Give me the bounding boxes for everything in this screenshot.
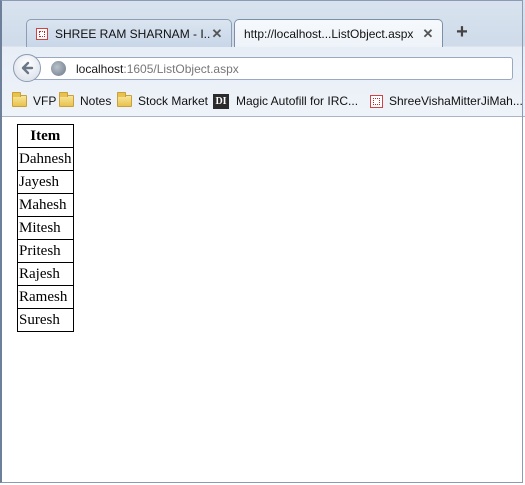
- back-button[interactable]: [13, 54, 41, 82]
- folder-icon: [12, 92, 27, 107]
- table-row: Pritesh: [17, 239, 74, 263]
- folder-icon: [59, 92, 74, 107]
- items-table: Item Dahnesh Jayesh Mahesh Mitesh Prites…: [17, 124, 74, 332]
- di-icon: DI: [213, 93, 229, 109]
- bookmark-label: Stock Market: [138, 94, 209, 108]
- address-bar[interactable]: localhost:1605/ListObject.aspx: [30, 57, 513, 80]
- bookmark-label: Magic Autofill for IRC...: [236, 94, 359, 108]
- close-tab-icon[interactable]: ✕: [210, 26, 224, 42]
- bookmark-label: VFP: [33, 94, 57, 108]
- table-cell: Rajesh: [17, 262, 74, 286]
- bookmark-magic-autofill[interactable]: DI Magic Autofill for IRC...: [213, 92, 358, 110]
- tab-list-object[interactable]: http://localhost...ListObject.aspx ✕: [234, 19, 443, 47]
- table-row: Mahesh: [17, 193, 74, 217]
- page-content: Item Dahnesh Jayesh Mahesh Mitesh Prites…: [0, 117, 525, 485]
- new-tab-button[interactable]: +: [452, 22, 472, 42]
- bookmark-vfp[interactable]: VFP: [12, 92, 56, 110]
- site-favicon-icon: [36, 27, 48, 40]
- table-cell: Ramesh: [17, 285, 74, 309]
- column-header-item: Item: [17, 124, 74, 148]
- table-cell: Jayesh: [17, 170, 74, 194]
- url-text[interactable]: localhost:1605/ListObject.aspx: [76, 62, 239, 76]
- table-row: Dahnesh: [17, 147, 74, 171]
- table-cell: Pritesh: [17, 239, 74, 263]
- table-row: Rajesh: [17, 262, 74, 286]
- table-cell: Mahesh: [17, 193, 74, 217]
- url-path: :1605/ListObject.aspx: [123, 62, 239, 76]
- table-row: Mitesh: [17, 216, 74, 240]
- globe-icon: [51, 61, 66, 76]
- table-header-row: Item: [17, 124, 74, 148]
- folder-icon: [117, 92, 132, 107]
- bookmark-shree-visha-mitter[interactable]: ShreeVishaMitterJiMah...: [370, 92, 523, 110]
- table-cell: Suresh: [17, 308, 74, 332]
- tab-title: SHREE RAM SHARNAM - I...: [55, 26, 210, 41]
- table-cell: Mitesh: [17, 216, 74, 240]
- close-tab-icon[interactable]: ✕: [421, 26, 435, 42]
- table-row: Suresh: [17, 308, 74, 332]
- site-favicon-icon: [370, 94, 383, 108]
- url-host: localhost: [76, 62, 124, 76]
- bookmark-stock-market[interactable]: Stock Market: [117, 92, 208, 110]
- back-arrow-icon: [21, 61, 34, 75]
- tab-title: http://localhost...ListObject.aspx: [244, 26, 414, 41]
- table-row: Ramesh: [17, 285, 74, 309]
- bookmark-notes[interactable]: Notes: [59, 92, 111, 110]
- table-row: Jayesh: [17, 170, 74, 194]
- tab-shree-ram-sharnam[interactable]: SHREE RAM SHARNAM - I... ✕: [26, 19, 232, 47]
- bookmark-label: ShreeVishaMitterJiMah...: [389, 94, 523, 108]
- bookmark-label: Notes: [80, 94, 112, 108]
- browser-chrome: SHREE RAM SHARNAM - I... ✕ http://localh…: [0, 0, 525, 117]
- table-cell: Dahnesh: [17, 147, 74, 171]
